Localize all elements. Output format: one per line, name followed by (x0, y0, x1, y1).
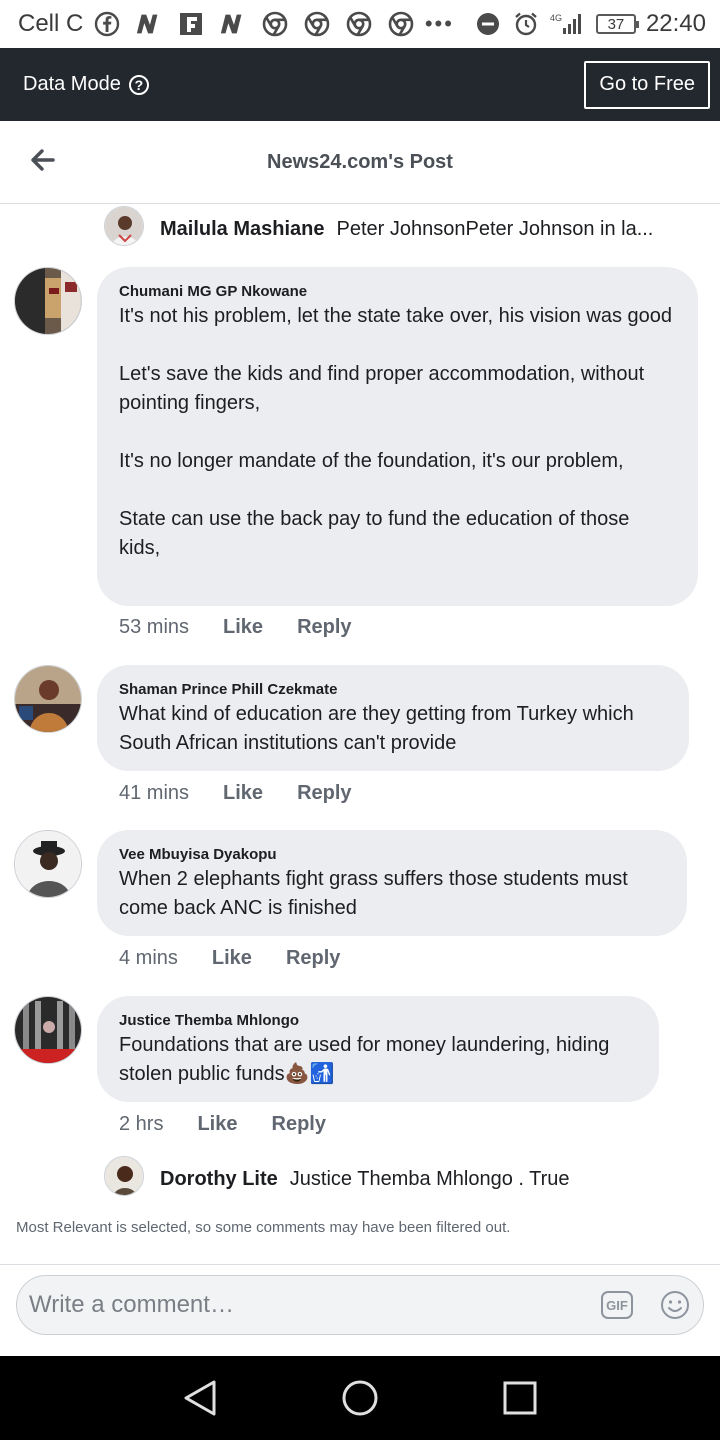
reply-button[interactable]: Reply (297, 782, 351, 805)
comment-text: When 2 elephants fight grass suffers tho… (119, 865, 665, 923)
facebook-icon (93, 10, 121, 38)
comment-bubble[interactable]: Justice Themba Mhlongo Foundations that … (97, 996, 659, 1102)
battery-indicator: 37 (595, 14, 639, 34)
comment-paragraph: It's not his problem, let the state take… (119, 305, 672, 327)
comment-actions: 41 mins Like Reply (119, 782, 386, 805)
like-button[interactable]: Like (223, 616, 263, 639)
filter-note: Most Relevant is selected, so some comme… (16, 1219, 511, 1236)
comment-bubble[interactable]: Vee Mbuyisa Dyakopu When 2 elephants fig… (97, 830, 687, 936)
reply-author[interactable]: Dorothy Lite (160, 1168, 278, 1191)
avatar[interactable] (14, 665, 82, 733)
more-notifications-icon: ••• (424, 11, 454, 36)
system-nav-bar (0, 1356, 720, 1440)
news-n-icon (135, 10, 163, 38)
network-type-label: 4G (550, 13, 562, 23)
recents-square-icon[interactable] (490, 1368, 550, 1428)
comment-actions: 53 mins Like Reply (119, 616, 386, 639)
avatar[interactable] (104, 206, 144, 246)
comment-bubble[interactable]: Shaman Prince Phill Czekmate What kind o… (97, 665, 689, 771)
news-n-icon-2 (219, 10, 247, 38)
avatar[interactable] (14, 996, 82, 1064)
comment-composer: GIF (0, 1264, 720, 1356)
comment-paragraph: When 2 elephants fight grass suffers tho… (119, 868, 628, 919)
carrier-label: Cell C (18, 10, 84, 37)
post-header: News24.com's Post (0, 121, 720, 204)
status-right: ••• 4G 37 22:40 (419, 10, 706, 38)
go-to-free-button[interactable]: Go to Free (584, 60, 710, 109)
comment-author[interactable]: Vee Mbuyisa Dyakopu (119, 846, 665, 863)
notification-icons (93, 10, 415, 38)
comment-text: What kind of education are they getting … (119, 700, 667, 758)
comment-actions: 4 mins Like Reply (119, 947, 374, 970)
comment-paragraph: What kind of education are they getting … (119, 703, 634, 754)
comment-paragraph: State can use the back pay to fund the e… (119, 508, 630, 559)
comment-author[interactable]: Justice Themba Mhlongo (119, 1012, 637, 1029)
chrome-icon (261, 10, 289, 38)
page-title: News24.com's Post (267, 150, 453, 173)
comment-text: It's not his problem, let the state take… (119, 302, 676, 563)
like-button[interactable]: Like (223, 782, 263, 805)
reply-author[interactable]: Mailula Mashiane (160, 218, 325, 241)
status-bar: Cell C ••• 4G 37 22:40 (0, 0, 720, 48)
comment-timestamp[interactable]: 2 hrs (119, 1113, 163, 1136)
gif-button[interactable]: GIF (601, 1291, 633, 1319)
comment-box[interactable]: GIF (16, 1275, 704, 1335)
reply-text: Justice Themba Mhlongo . True (289, 1168, 570, 1190)
comment-bubble[interactable]: Chumani MG GP Nkowane It's not his probl… (97, 267, 698, 606)
comment-paragraph: Foundations that are used for money laun… (119, 1034, 610, 1085)
clock: 22:40 (645, 10, 706, 37)
comment-timestamp[interactable]: 4 mins (119, 947, 178, 970)
do-not-disturb-icon (474, 10, 502, 38)
reply-button[interactable]: Reply (297, 616, 351, 639)
reply-button[interactable]: Reply (286, 947, 340, 970)
flipboard-f-icon (177, 10, 205, 38)
like-button[interactable]: Like (197, 1113, 237, 1136)
comment-timestamp[interactable]: 53 mins (119, 616, 189, 639)
comment-author[interactable]: Shaman Prince Phill Czekmate (119, 681, 667, 698)
alarm-icon (512, 10, 540, 38)
avatar[interactable] (104, 1156, 144, 1196)
data-mode-bar: Data Mode ? Go to Free (0, 48, 720, 121)
comment-paragraph: It's no longer mandate of the foundation… (119, 450, 624, 472)
help-icon[interactable]: ? (128, 74, 149, 95)
signal-icon: 4G (550, 10, 586, 38)
comment-timestamp[interactable]: 41 mins (119, 782, 189, 805)
chrome-icon-4 (387, 10, 415, 38)
comment-author[interactable]: Chumani MG GP Nkowane (119, 283, 676, 300)
chrome-icon-3 (345, 10, 373, 38)
chrome-icon-2 (303, 10, 331, 38)
comment-input[interactable] (29, 1291, 569, 1319)
data-mode-label: Data Mode (23, 73, 121, 95)
avatar[interactable] (14, 267, 82, 335)
emoji-icon[interactable] (659, 1289, 691, 1321)
back-triangle-icon[interactable] (170, 1368, 230, 1428)
like-button[interactable]: Like (212, 947, 252, 970)
comment-actions: 2 hrs Like Reply (119, 1113, 360, 1136)
comment-paragraph: Let's save the kids and find proper acco… (119, 363, 645, 414)
home-circle-icon[interactable] (330, 1368, 390, 1428)
back-arrow-icon[interactable] (26, 143, 60, 177)
reply-text: Peter JohnsonPeter Johnson in la... (336, 218, 654, 240)
reply-button[interactable]: Reply (272, 1113, 326, 1136)
comment-text: Foundations that are used for money laun… (119, 1031, 637, 1089)
avatar[interactable] (14, 830, 82, 898)
